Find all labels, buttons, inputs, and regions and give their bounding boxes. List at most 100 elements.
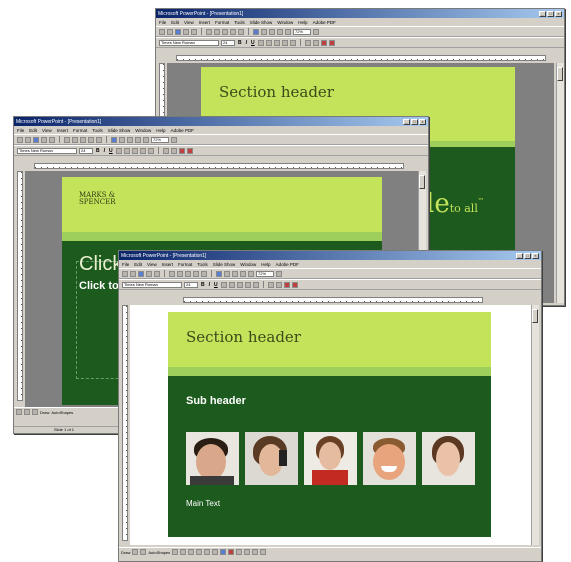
design-icon[interactable] — [178, 147, 185, 154]
minimize-button[interactable]: _ — [539, 10, 546, 17]
shadow-icon[interactable] — [115, 147, 122, 154]
scrollbar-thumb[interactable] — [419, 175, 425, 189]
hyperlink-icon[interactable] — [111, 136, 117, 143]
undo-icon[interactable] — [88, 136, 94, 143]
new-icon[interactable] — [122, 270, 128, 277]
new-slide-icon[interactable] — [240, 270, 246, 277]
underline-button[interactable]: U — [108, 148, 114, 154]
spell-check-icon[interactable] — [49, 136, 55, 143]
cut-icon[interactable] — [169, 270, 175, 277]
menu-adobe-pdf[interactable]: Adobe PDF — [313, 20, 336, 25]
menu-format[interactable]: Format — [73, 128, 87, 133]
font-size-select[interactable]: 24 — [79, 147, 93, 154]
menu-window[interactable]: Window — [135, 128, 151, 133]
textbox-icon[interactable] — [204, 549, 211, 555]
menu-insert[interactable]: Insert — [162, 262, 173, 267]
align-left-icon[interactable] — [228, 281, 235, 288]
decrease-font-icon[interactable] — [275, 281, 282, 288]
rotate-icon[interactable] — [140, 549, 147, 555]
draw-menu[interactable]: Draw — [40, 410, 49, 415]
oval-icon[interactable] — [196, 549, 203, 555]
scrollbar-thumb[interactable] — [557, 67, 563, 81]
click-to-add-title[interactable]: Click — [79, 253, 122, 276]
color-icon[interactable] — [143, 136, 149, 143]
draw-menu[interactable]: Draw — [121, 550, 130, 555]
arrow-icon[interactable] — [180, 549, 187, 555]
paste-icon[interactable] — [222, 28, 228, 35]
normal-view-icon[interactable] — [16, 409, 22, 415]
chart-icon[interactable] — [232, 270, 238, 277]
menu-tools[interactable]: Tools — [234, 20, 245, 25]
maximize-button[interactable]: □ — [411, 118, 418, 125]
menu-view[interactable]: View — [42, 128, 52, 133]
vertical-scrollbar[interactable] — [531, 305, 539, 545]
bullets-icon[interactable] — [252, 281, 259, 288]
color-icon[interactable] — [248, 270, 254, 277]
close-button[interactable]: × — [555, 10, 562, 17]
increase-font-icon[interactable] — [162, 147, 169, 154]
close-button[interactable]: × — [419, 118, 426, 125]
menu-file[interactable]: File — [159, 20, 166, 25]
hyperlink-icon[interactable] — [253, 28, 259, 35]
zoom-select[interactable]: 72% — [293, 28, 311, 35]
shadow-icon[interactable] — [220, 281, 227, 288]
bullets-icon[interactable] — [289, 39, 296, 46]
menu-tools[interactable]: Tools — [197, 262, 208, 267]
title-bar[interactable]: Microsoft PowerPoint - [Presentation1] _… — [14, 117, 428, 126]
zoom-select[interactable]: 72% — [256, 270, 274, 277]
save-icon[interactable] — [138, 270, 144, 277]
copy-icon[interactable] — [177, 270, 183, 277]
new-icon[interactable] — [159, 28, 165, 35]
help-icon[interactable] — [313, 28, 319, 35]
align-center-icon[interactable] — [131, 147, 138, 154]
autoshapes-menu[interactable]: AutoShapes — [51, 410, 73, 415]
chart-icon[interactable] — [127, 136, 133, 143]
new-slide-button-icon[interactable] — [328, 39, 335, 46]
menu-format[interactable]: Format — [178, 262, 192, 267]
outline-view-icon[interactable] — [24, 409, 30, 415]
underline-button[interactable]: U — [213, 282, 219, 288]
save-icon[interactable] — [33, 136, 39, 143]
rectangle-icon[interactable] — [188, 549, 195, 555]
line-icon[interactable] — [172, 549, 179, 555]
menu-edit[interactable]: Edit — [29, 128, 37, 133]
font-name-select[interactable]: Times New Roman — [159, 39, 219, 46]
align-right-icon[interactable] — [139, 147, 146, 154]
align-right-icon[interactable] — [244, 281, 251, 288]
zoom-select[interactable]: 72% — [151, 136, 169, 143]
autoshapes-menu[interactable]: AutoShapes — [148, 550, 170, 555]
increase-font-icon[interactable] — [267, 281, 274, 288]
menu-edit[interactable]: Edit — [171, 20, 179, 25]
hyperlink-icon[interactable] — [216, 270, 222, 277]
font-size-select[interactable]: 24 — [221, 39, 235, 46]
decrease-font-icon[interactable] — [312, 39, 319, 46]
undo-icon[interactable] — [193, 270, 199, 277]
cut-icon[interactable] — [64, 136, 70, 143]
italic-button[interactable]: I — [208, 282, 211, 288]
cut-icon[interactable] — [206, 28, 212, 35]
menu-window[interactable]: Window — [277, 20, 293, 25]
title-bar[interactable]: Microsoft PowerPoint - [Presentation1] _… — [156, 9, 564, 18]
menu-view[interactable]: View — [147, 262, 157, 267]
menu-slide-show[interactable]: Slide Show — [108, 128, 131, 133]
menu-adobe-pdf[interactable]: Adobe PDF — [276, 262, 299, 267]
minimize-button[interactable]: _ — [403, 118, 410, 125]
minimize-button[interactable]: _ — [516, 252, 523, 259]
print-icon[interactable] — [41, 136, 47, 143]
print-icon[interactable] — [146, 270, 152, 277]
font-color-icon[interactable] — [228, 549, 235, 555]
photo-woman-red-top[interactable] — [304, 432, 357, 485]
font-size-select[interactable]: 24 — [184, 281, 198, 288]
align-left-icon[interactable] — [123, 147, 130, 154]
scrollbar-thumb[interactable] — [532, 309, 538, 323]
menu-format[interactable]: Format — [215, 20, 229, 25]
menu-edit[interactable]: Edit — [134, 262, 142, 267]
new-slide-icon[interactable] — [277, 28, 283, 35]
line-style-icon[interactable] — [236, 549, 243, 555]
menu-insert[interactable]: Insert — [57, 128, 68, 133]
table-icon[interactable] — [224, 270, 230, 277]
decrease-font-icon[interactable] — [170, 147, 177, 154]
align-right-icon[interactable] — [281, 39, 288, 46]
copy-icon[interactable] — [214, 28, 220, 35]
paste-icon[interactable] — [80, 136, 86, 143]
